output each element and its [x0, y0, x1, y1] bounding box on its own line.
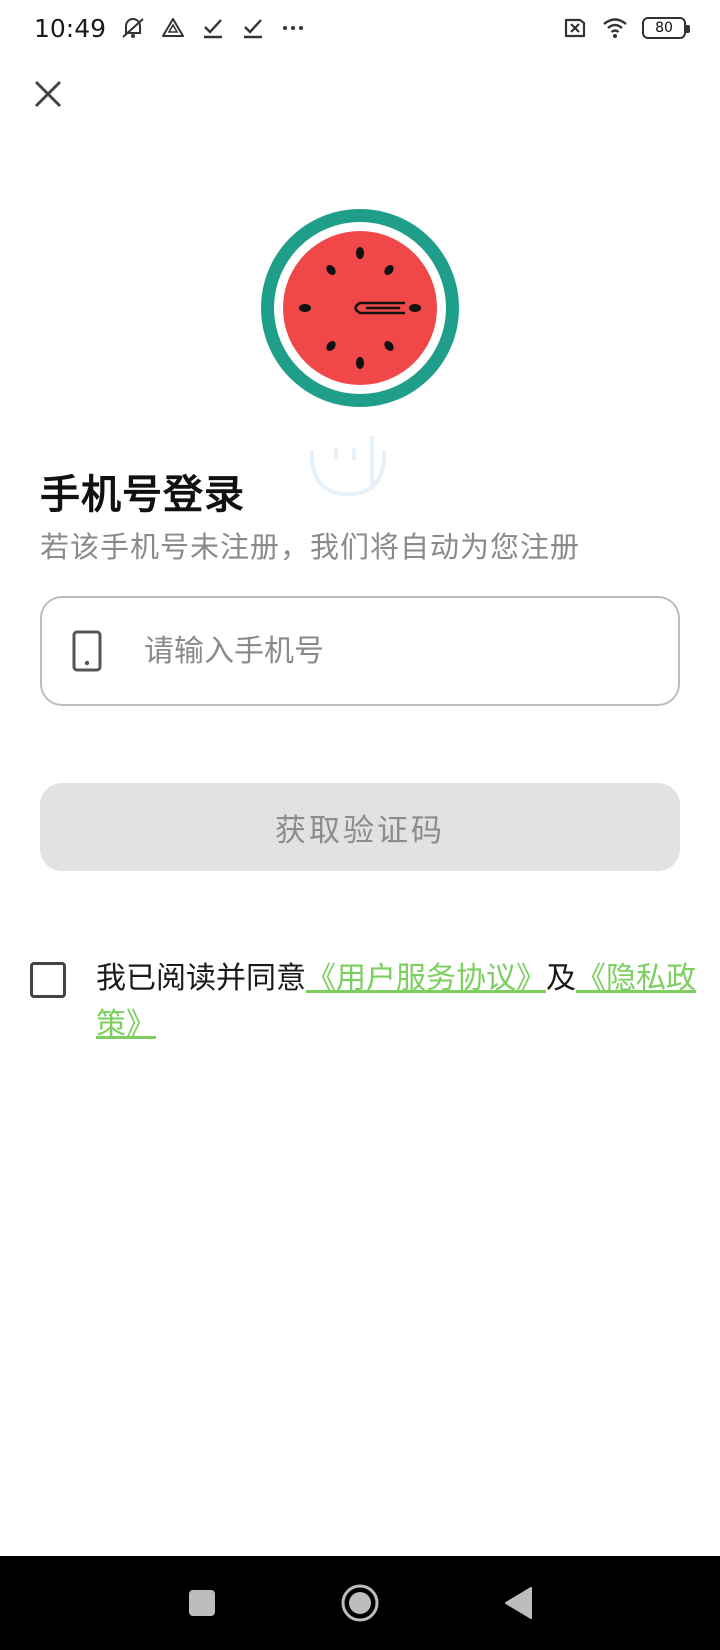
watermelon-logo — [261, 209, 459, 407]
close-icon — [34, 80, 62, 108]
agreement-conjunction: 及 — [546, 961, 576, 996]
agreement-checkbox[interactable] — [30, 962, 66, 998]
agreement-text: 我已阅读并同意《用户服务协议》及《隐私政策》 — [96, 956, 708, 1048]
mascot-watermark-icon — [309, 436, 387, 497]
square-icon — [189, 1590, 215, 1616]
mute-icon — [122, 18, 144, 38]
status-time: 10:49 — [34, 13, 107, 43]
more-dots-icon — [283, 26, 304, 30]
phone-icon — [72, 630, 102, 672]
alert-triangle-icon — [162, 18, 185, 37]
phone-input[interactable] — [144, 621, 624, 681]
status-bar: 10:49 80 — [0, 0, 720, 56]
close-button[interactable] — [28, 74, 68, 114]
agreement-prefix: 我已阅读并同意 — [96, 961, 306, 996]
status-left: 10:49 — [34, 14, 306, 43]
battery-level: 80 — [655, 20, 673, 36]
navigation-bar — [0, 1556, 720, 1650]
status-right: 80 — [562, 15, 690, 41]
page-title: 手机号登录 — [40, 472, 245, 518]
back-button[interactable] — [495, 1580, 541, 1626]
page-subtitle: 若该手机号未注册，我们将自动为您注册 — [40, 530, 581, 564]
back-triangle-icon — [505, 1587, 532, 1619]
terms-link[interactable]: 《用户服务协议》 — [306, 961, 546, 996]
phone-field[interactable] — [40, 596, 680, 706]
no-sim-icon — [564, 18, 586, 38]
home-button[interactable] — [337, 1580, 383, 1626]
battery-icon: 80 — [642, 17, 690, 39]
check-icon — [204, 19, 223, 39]
check-icon — [244, 19, 263, 39]
wifi-icon — [603, 18, 627, 38]
login-screen: 10:49 80 手机号登录 若该手机号未注册，我们将自动为您注册 请输入手机号… — [0, 0, 720, 1650]
get-code-button[interactable]: 获取验证码 — [40, 783, 680, 871]
circle-icon — [341, 1584, 379, 1622]
recents-button[interactable] — [179, 1580, 225, 1626]
